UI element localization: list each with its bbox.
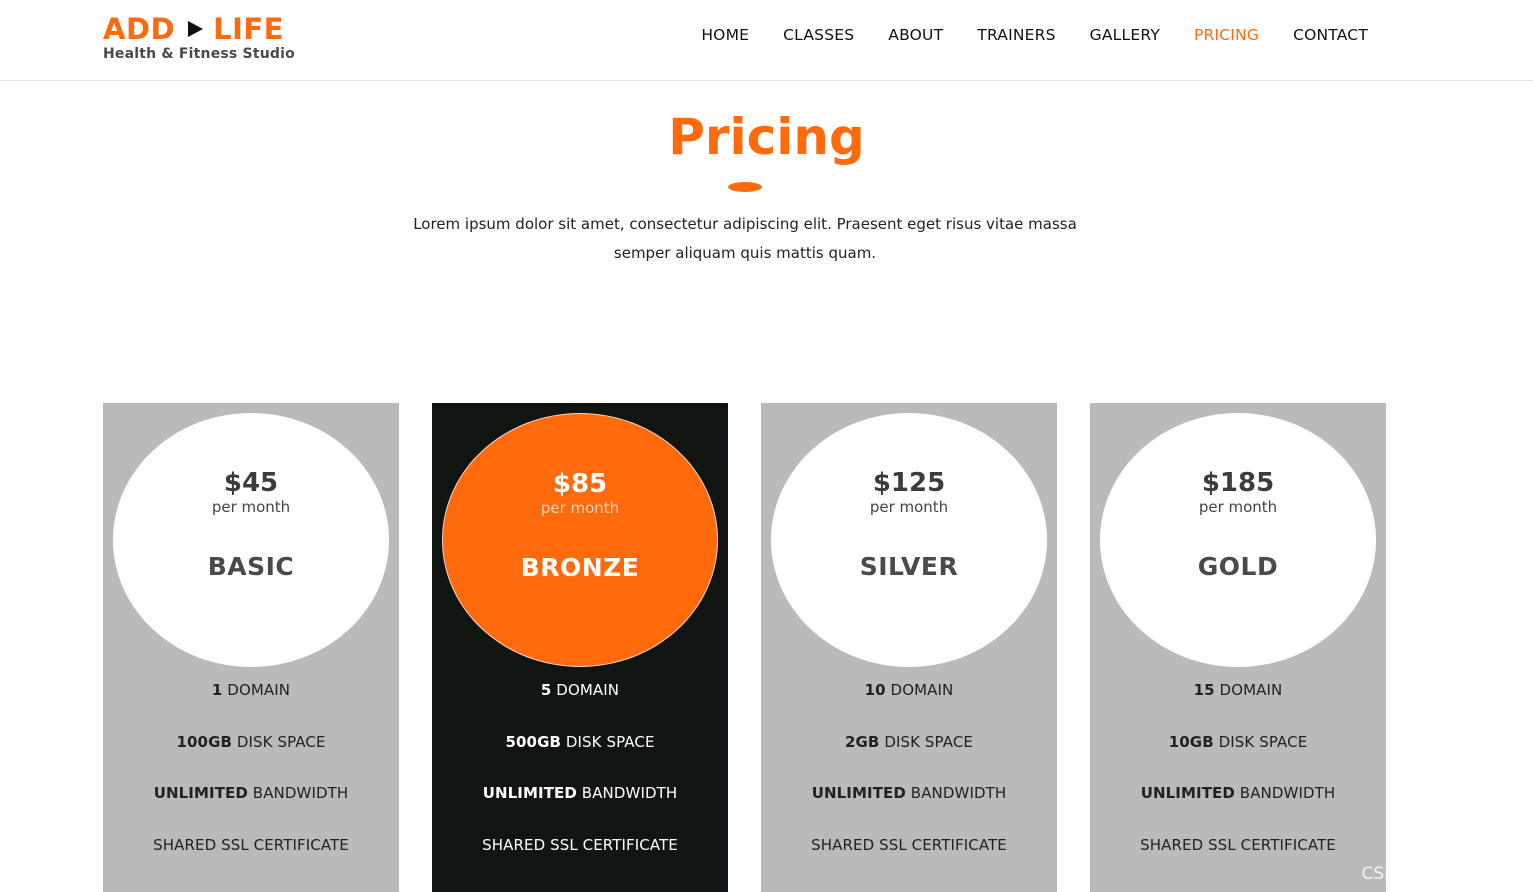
plan-price: $185 <box>1201 468 1275 498</box>
plan-period: per month <box>211 498 291 516</box>
feature-item: SHARED SSL CERTIFICATE <box>153 835 349 854</box>
feature-item: SHARED SSL CERTIFICATE <box>811 835 1007 854</box>
nav-about[interactable]: ABOUT <box>888 26 943 44</box>
feature-list: 5 DOMAIN 500GB DISK SPACE UNLIMITED BAND… <box>432 681 728 887</box>
price-circle: $125 per month SILVER <box>771 413 1047 667</box>
logo-wordmark: ADD LIFE <box>103 12 295 46</box>
feature-item: UNLIMITED BANDWIDTH <box>1140 784 1336 802</box>
nav-home[interactable]: HOME <box>701 26 749 44</box>
plan-name: SILVER <box>859 552 959 581</box>
logo-tagline: Health & Fitness Studio <box>103 46 295 62</box>
plan-period: per month <box>540 499 620 517</box>
watermark-text: CSDN @java李杨勇 <box>1361 864 1520 884</box>
logo-text-add: ADD <box>103 12 176 46</box>
feature-list: 10 DOMAIN 2GB DISK SPACE UNLIMITED BANDW… <box>761 681 1057 887</box>
nav-trainers[interactable]: TRAINERS <box>977 26 1055 44</box>
feature-item: 5 DOMAIN <box>540 681 620 699</box>
site-logo[interactable]: ADD LIFE Health & Fitness Studio <box>103 12 295 62</box>
plan-name: BASIC <box>207 552 295 581</box>
section-description: Lorem ipsum dolor sit amet, consectetur … <box>413 215 1077 262</box>
feature-list: 1 DOMAIN 100GB DISK SPACE UNLIMITED BAND… <box>103 681 399 887</box>
feature-item: 100GB DISK SPACE <box>176 732 326 751</box>
feature-item: UNLIMITED BANDWIDTH <box>482 784 678 802</box>
feature-list: 15 DOMAIN 10GB DISK SPACE UNLIMITED BAND… <box>1090 681 1386 887</box>
feature-item: SHARED SSL CERTIFICATE <box>1140 835 1336 854</box>
feature-item: 10 DOMAIN <box>864 681 954 699</box>
price-circle: $185 per month GOLD <box>1100 413 1376 667</box>
feature-item: 10GB DISK SPACE <box>1168 732 1308 751</box>
main-nav: HOME CLASSES ABOUT TRAINERS GALLERY PRIC… <box>701 26 1368 44</box>
page-title: Pricing <box>668 108 865 166</box>
pricing-card-silver[interactable]: $125 per month SILVER 10 DOMAIN 2GB DISK… <box>761 403 1057 892</box>
nav-pricing[interactable]: PRICING <box>1194 26 1259 44</box>
plan-period: per month <box>1198 498 1278 516</box>
plan-name: BRONZE <box>520 553 640 582</box>
plan-price: $85 <box>552 469 608 499</box>
nav-contact[interactable]: CONTACT <box>1293 26 1368 44</box>
site-header: ADD LIFE Health & Fitness Studio HOME CL… <box>0 0 1533 81</box>
pricing-card-basic[interactable]: $45 per month BASIC 1 DOMAIN 100GB DISK … <box>103 403 399 892</box>
feature-item: 1 DOMAIN <box>211 681 291 699</box>
feature-item: 2GB DISK SPACE <box>844 732 973 751</box>
pricing-card-bronze[interactable]: $85 per month BRONZE 5 DOMAIN 500GB DISK… <box>432 403 728 892</box>
plan-name: GOLD <box>1197 552 1279 581</box>
play-arrow-icon <box>188 21 204 37</box>
plan-price: $125 <box>872 468 946 498</box>
price-circle: $45 per month BASIC <box>113 413 389 667</box>
feature-item: 15 DOMAIN <box>1193 681 1283 699</box>
feature-item: 500GB DISK SPACE <box>505 732 655 751</box>
feature-item: SHARED SSL CERTIFICATE <box>482 835 678 854</box>
plan-period: per month <box>869 498 949 516</box>
title-divider <box>728 182 762 192</box>
price-circle: $85 per month BRONZE <box>442 413 718 667</box>
nav-gallery[interactable]: GALLERY <box>1090 26 1160 44</box>
plan-price: $45 <box>223 468 279 498</box>
feature-item: UNLIMITED BANDWIDTH <box>153 784 349 802</box>
pricing-card-gold[interactable]: $185 per month GOLD 15 DOMAIN 10GB DISK … <box>1090 403 1386 892</box>
nav-classes[interactable]: CLASSES <box>783 26 854 44</box>
logo-text-life: LIFE <box>213 12 284 46</box>
feature-item: UNLIMITED BANDWIDTH <box>811 784 1007 802</box>
